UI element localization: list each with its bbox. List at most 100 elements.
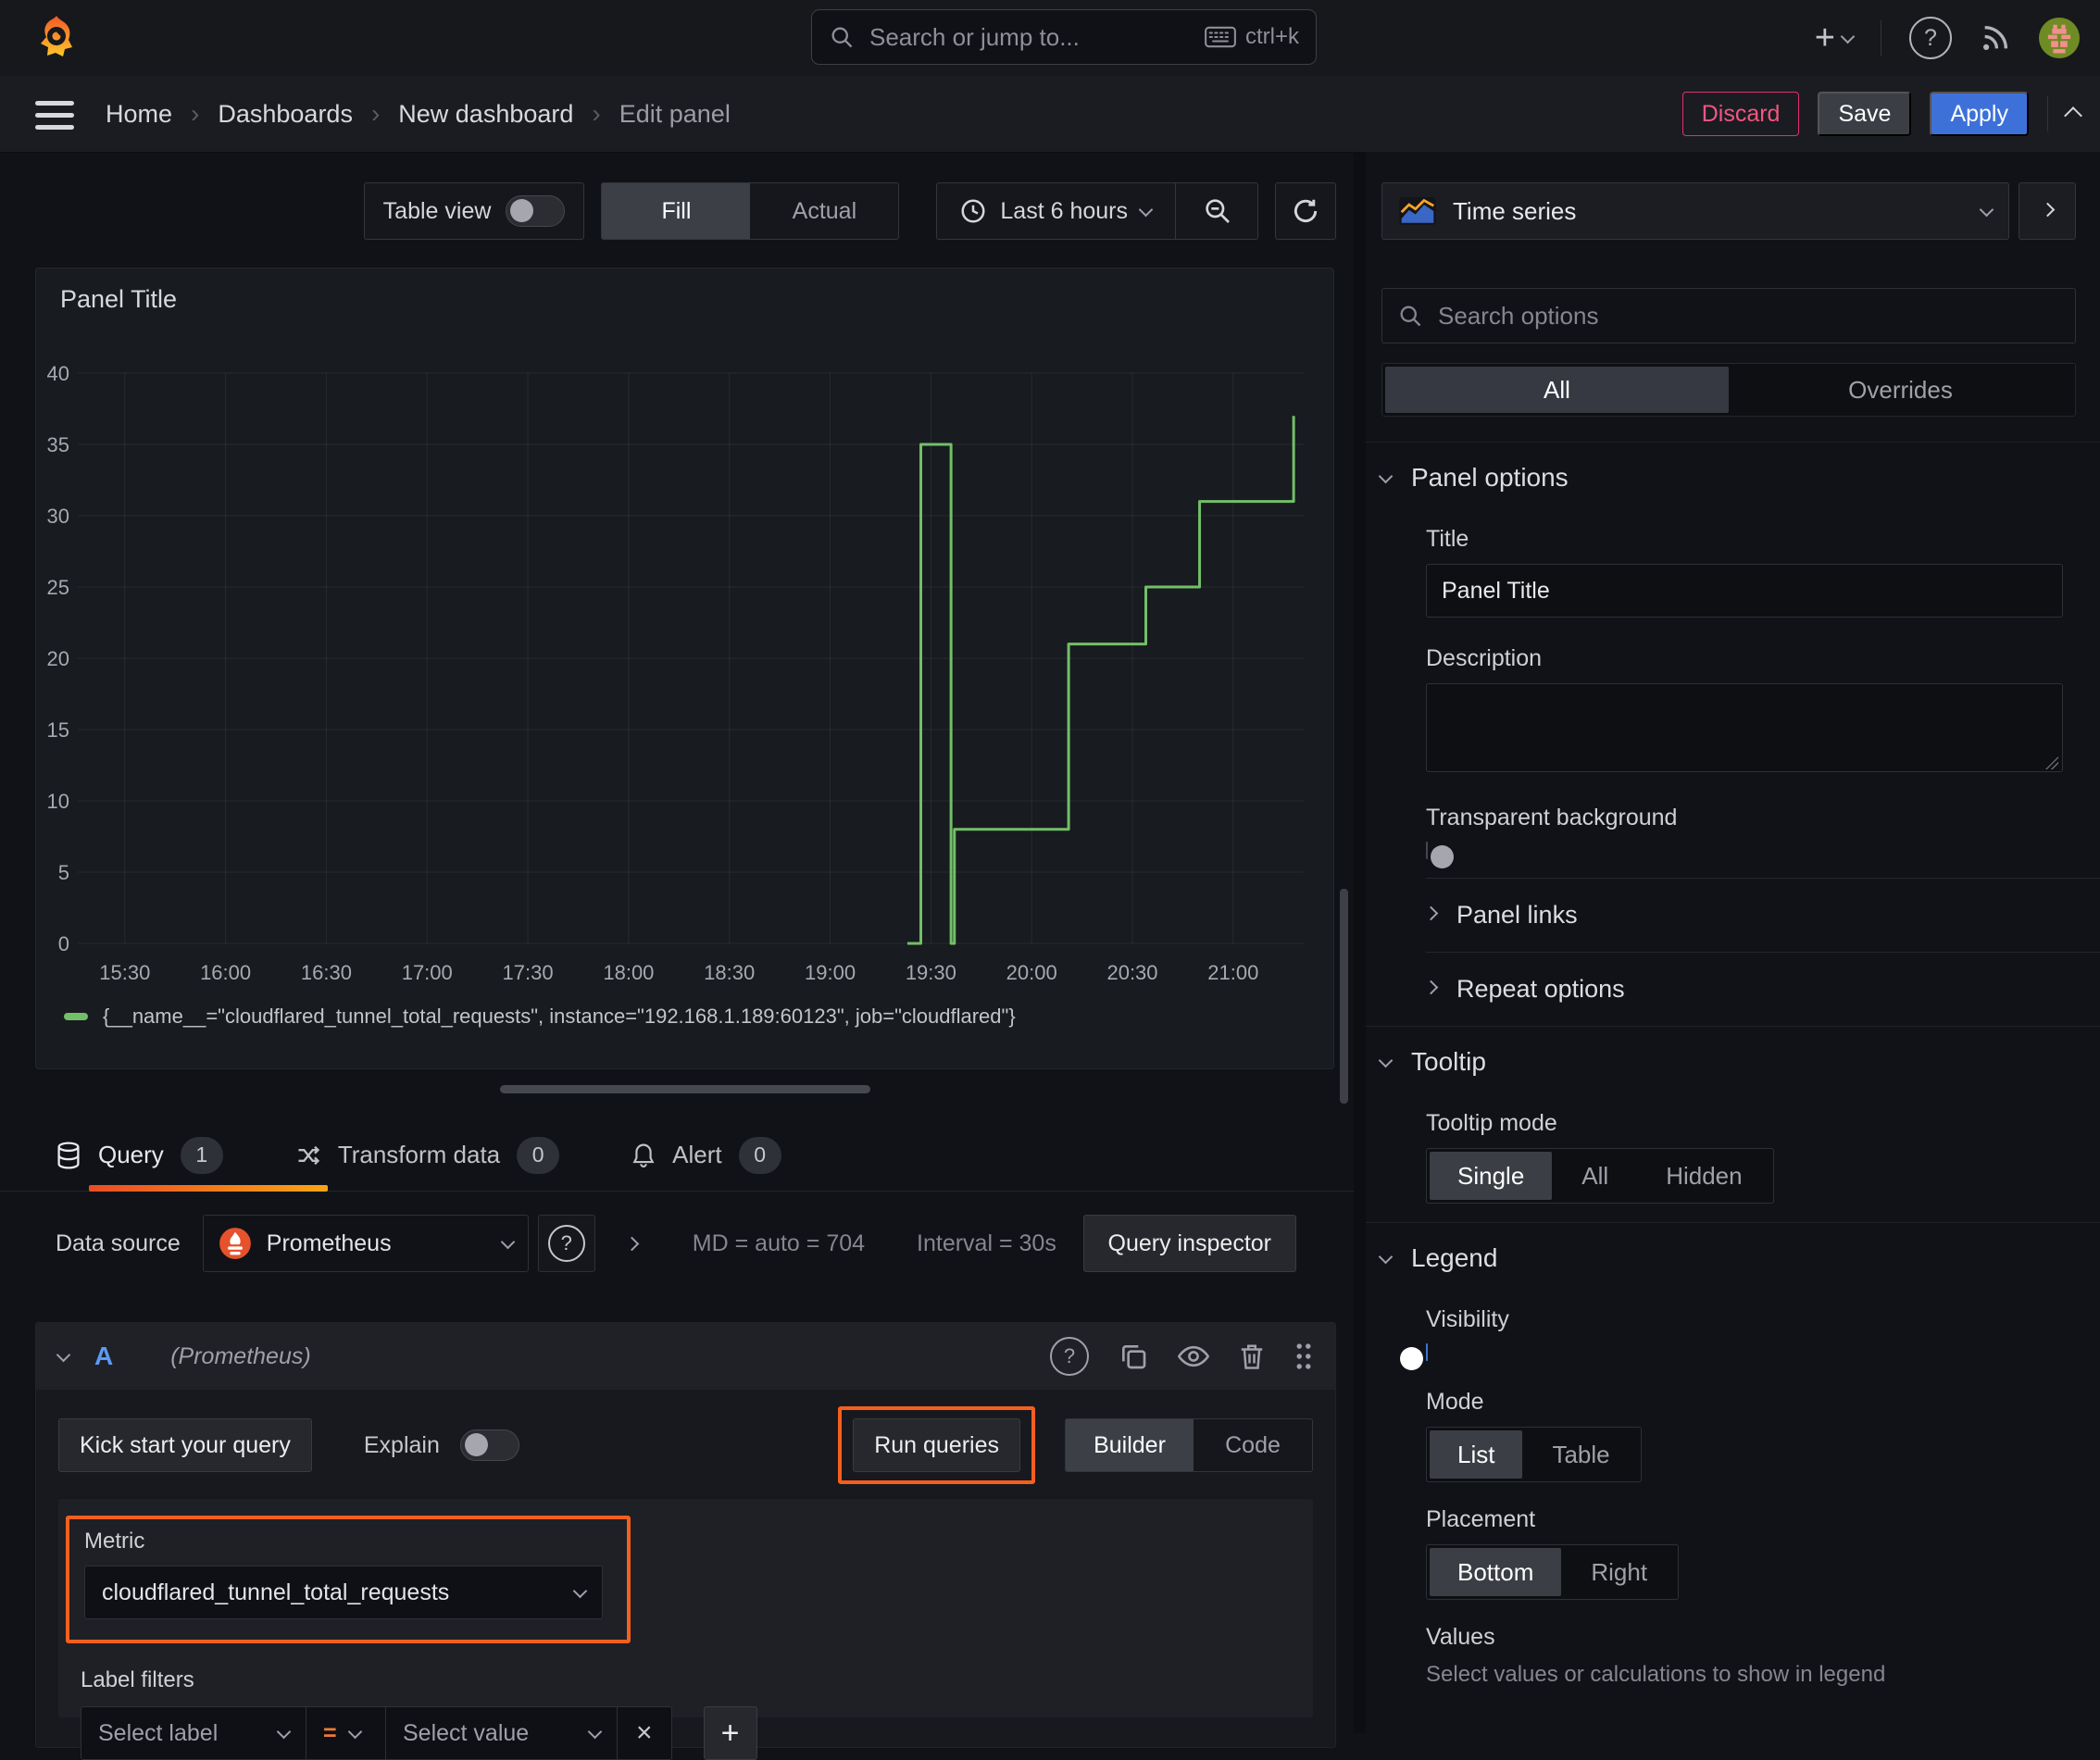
drag-handle-icon[interactable] xyxy=(1294,1342,1313,1370)
breadcrumb-dashboards[interactable]: Dashboards xyxy=(218,100,353,129)
filter-tab-overrides[interactable]: Overrides xyxy=(1729,367,2072,413)
explain-label: Explain xyxy=(363,1431,440,1458)
discard-button[interactable]: Discard xyxy=(1681,92,1800,136)
kick-start-query-button[interactable]: Kick start your query xyxy=(58,1418,312,1472)
collapse-query-icon[interactable] xyxy=(56,1347,71,1362)
breadcrumb-new-dashboard[interactable]: New dashboard xyxy=(398,100,573,129)
panel-title-input[interactable] xyxy=(1426,564,2063,618)
query-help-icon[interactable]: ? xyxy=(1050,1337,1089,1376)
run-queries-button[interactable]: Run queries xyxy=(853,1418,1020,1472)
tooltip-single-option[interactable]: Single xyxy=(1430,1152,1553,1200)
tooltip-all-option[interactable]: All xyxy=(1554,1152,1636,1200)
builder-option[interactable]: Builder xyxy=(1066,1419,1194,1471)
panel-options-header[interactable]: Panel options xyxy=(1366,443,2100,513)
legend-table-option[interactable]: Table xyxy=(1524,1430,1637,1479)
svg-text:30: 30 xyxy=(47,505,69,528)
table-view-toggle[interactable] xyxy=(506,195,566,227)
select-value-dropdown[interactable]: Select value xyxy=(386,1706,618,1760)
breadcrumb-edit-panel: Edit panel xyxy=(619,99,731,128)
explain-toggle[interactable] xyxy=(459,1429,519,1461)
resize-grip-icon[interactable] xyxy=(2045,756,2058,769)
apply-button[interactable]: Apply xyxy=(1930,92,2029,136)
options-filter-tabs: All Overrides xyxy=(1381,363,2076,417)
code-option[interactable]: Code xyxy=(1194,1419,1312,1471)
svg-text:10: 10 xyxy=(47,790,69,813)
datasource-help-button[interactable]: ? xyxy=(537,1215,595,1272)
svg-text:18:30: 18:30 xyxy=(704,961,755,984)
save-button[interactable]: Save xyxy=(1818,92,1912,136)
visibility-label: Visibility xyxy=(1426,1306,1509,1332)
pane-divider[interactable] xyxy=(1354,152,1366,1733)
zoom-out-button[interactable] xyxy=(1178,183,1257,239)
expand-options-icon[interactable] xyxy=(624,1236,640,1251)
search-input[interactable] xyxy=(868,21,1192,53)
delete-query-icon[interactable] xyxy=(1239,1342,1265,1370)
panel-title[interactable]: Panel Title xyxy=(60,285,177,314)
chevron-right-icon xyxy=(1423,905,1439,921)
transform-icon xyxy=(295,1142,321,1168)
tab-query[interactable]: Query 1 xyxy=(56,1119,328,1192)
filter-tab-all[interactable]: All xyxy=(1385,367,1729,413)
description-textarea[interactable] xyxy=(1426,683,2063,772)
svg-text:19:30: 19:30 xyxy=(906,961,956,984)
fill-option[interactable]: Fill xyxy=(602,183,751,239)
clock-icon xyxy=(959,197,987,225)
placement-bottom-option[interactable]: Bottom xyxy=(1430,1548,1562,1596)
add-filter-button[interactable]: + xyxy=(703,1706,757,1760)
panel-resize-handle[interactable] xyxy=(500,1085,870,1093)
global-search[interactable]: ctrl+k xyxy=(811,9,1317,65)
transparent-background-toggle[interactable] xyxy=(1426,842,1454,868)
breadcrumb-home[interactable]: Home xyxy=(106,100,172,129)
refresh-button[interactable] xyxy=(1275,182,1336,240)
max-data-points-stat: MD = auto = 704 xyxy=(692,1230,866,1256)
add-menu-button[interactable]: + xyxy=(1815,19,1856,58)
time-range-picker[interactable]: Last 6 hours xyxy=(937,183,1173,239)
legend-placement-group: Bottom Right xyxy=(1426,1544,1680,1600)
datasource-picker[interactable]: Prometheus xyxy=(202,1215,529,1272)
actual-option[interactable]: Actual xyxy=(750,183,898,239)
scrollbar-thumb[interactable] xyxy=(1340,889,1348,1104)
chart-svg[interactable]: 0 5 10 15 20 25 30 35 40 15:30 16:00 16:30 17:00 17:3… xyxy=(45,361,1306,1009)
collapse-header-icon[interactable] xyxy=(2064,106,2082,125)
options-search[interactable] xyxy=(1381,288,2076,343)
news-rss-icon[interactable] xyxy=(1980,22,2011,54)
visualization-picker[interactable]: Time series xyxy=(1381,182,2009,240)
query-inspector-button[interactable]: Query inspector xyxy=(1082,1215,1296,1272)
legend-mode-label: Mode xyxy=(1426,1389,1484,1415)
top-navbar: ctrl+k + ? xyxy=(0,0,2100,77)
datasource-row: Data source Prometheus ? MD = auto = 704… xyxy=(56,1215,1343,1272)
legend-list-option[interactable]: List xyxy=(1430,1430,1523,1479)
svg-text:19:00: 19:00 xyxy=(805,961,856,984)
repeat-options-section[interactable]: Repeat options xyxy=(1366,953,2100,1026)
operator-dropdown[interactable]: = xyxy=(306,1706,386,1760)
tab-alert[interactable]: Alert 0 xyxy=(631,1119,781,1191)
tooltip-hidden-option[interactable]: Hidden xyxy=(1638,1152,1769,1200)
avatar[interactable] xyxy=(2039,18,2080,58)
query-ref-id[interactable]: A xyxy=(94,1342,113,1371)
series-label[interactable]: {__name__="cloudflared_tunnel_total_requ… xyxy=(103,1005,1016,1029)
visualization-name: Time series xyxy=(1453,196,1577,225)
metric-select[interactable]: cloudflared_tunnel_total_requests xyxy=(84,1566,603,1619)
help-icon[interactable]: ? xyxy=(1909,17,1952,59)
tab-transform-data[interactable]: Transform data 0 xyxy=(295,1119,560,1191)
grafana-logo[interactable] xyxy=(33,14,80,62)
series-color-marker xyxy=(64,1013,88,1020)
duplicate-query-icon[interactable] xyxy=(1119,1342,1148,1371)
legend-mode-group: List Table xyxy=(1426,1427,1642,1482)
chart-legend: {__name__="cloudflared_tunnel_total_requ… xyxy=(64,1005,1016,1029)
panel-preview: Panel Title 0 5 10 15 20 25 30 35 40 15:30 16:00 16… xyxy=(35,268,1334,1069)
run-queries-highlight: Run queries xyxy=(838,1406,1035,1484)
toggle-visibility-icon[interactable] xyxy=(1178,1344,1209,1368)
menu-toggle-icon[interactable] xyxy=(35,101,74,130)
remove-filter-button[interactable]: × xyxy=(618,1706,672,1760)
viz-suggestions-button[interactable] xyxy=(2019,182,2076,240)
tooltip-header[interactable]: Tooltip xyxy=(1366,1027,2100,1097)
placement-right-option[interactable]: Right xyxy=(1563,1548,1675,1596)
select-label-dropdown[interactable]: Select label xyxy=(81,1706,306,1760)
svg-text:18:00: 18:00 xyxy=(603,961,654,984)
legend-visibility-toggle[interactable] xyxy=(1400,1343,1428,1370)
legend-header[interactable]: Legend xyxy=(1366,1223,2100,1293)
search-icon xyxy=(829,24,855,50)
options-search-input[interactable] xyxy=(1436,300,2060,331)
panel-links-section[interactable]: Panel links xyxy=(1366,879,2100,952)
